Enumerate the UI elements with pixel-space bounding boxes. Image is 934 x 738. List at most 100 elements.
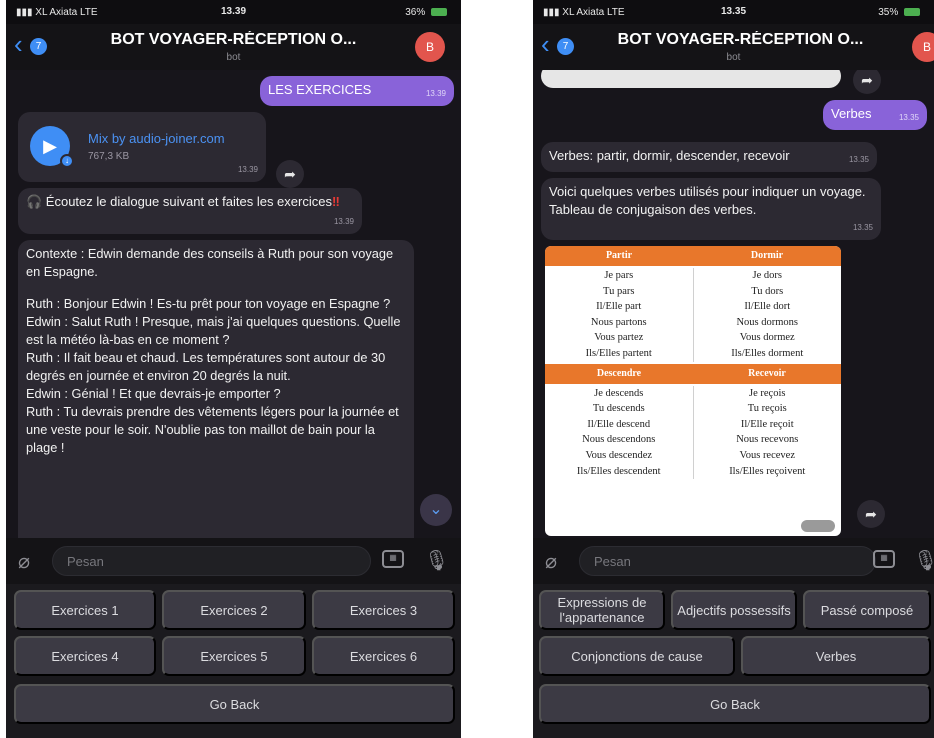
table-cell: Tu pars xyxy=(603,285,635,297)
chat-subtitle: bot xyxy=(226,52,241,63)
forward-icon[interactable]: ➦ xyxy=(276,160,304,188)
table-cell: Nous partons xyxy=(590,316,647,328)
forward-icon[interactable]: ➦ xyxy=(853,70,881,94)
phone-screen-right: ▮▮▮ XL Axiata LTE 13.35 35% ‹ 7 BOT VOYA… xyxy=(533,0,934,738)
mic-icon[interactable]: 🎙 xyxy=(424,548,449,573)
attach-icon[interactable]: ⌀ xyxy=(18,549,30,574)
chat-subtitle: bot xyxy=(726,52,741,63)
message-text: Verbes: partir, dormir, descender, recev… xyxy=(549,148,790,163)
passe-compose-button[interactable]: Passé composé xyxy=(803,590,931,630)
mic-icon[interactable]: 🎙 xyxy=(913,548,934,573)
back-chevron-icon: ‹ xyxy=(14,29,23,59)
clock: 13.35 xyxy=(720,6,747,17)
message-time: 13.35 xyxy=(848,155,869,164)
table-cell: Tu reçois xyxy=(747,403,787,415)
table-cell: Vous descendez xyxy=(585,449,653,461)
table-cell: Il/Elle part xyxy=(596,301,642,313)
message-list[interactable]: LES EXERCICES 13.39 ▶ ↓ Mix by audio-joi… xyxy=(6,70,461,538)
table-cell: Ils/Elles reçoivent xyxy=(729,465,806,477)
exercices-6-button[interactable]: Exercices 6 xyxy=(312,636,455,676)
message-list[interactable]: ➦ Verbes 13.35 Verbes: partir, dormir, d… xyxy=(533,70,934,538)
unread-count-badge: 7 xyxy=(557,38,574,55)
go-back-button[interactable]: Go Back xyxy=(539,684,931,724)
outgoing-message[interactable]: LES EXERCICES 13.39 xyxy=(260,76,454,106)
table-body: Je descends Tu descends Il/Elle descend … xyxy=(545,384,841,482)
outgoing-message[interactable]: Verbes 13.35 xyxy=(823,100,927,130)
unread-count-badge: 7 xyxy=(30,38,47,55)
adjectifs-possessifs-button[interactable]: Adjectifs possessifs xyxy=(671,590,797,630)
incoming-message[interactable]: 🎧 Écoutez le dialogue suivant et faites … xyxy=(18,188,362,234)
download-icon[interactable]: ↓ xyxy=(60,154,74,168)
exercices-1-button[interactable]: Exercices 1 xyxy=(14,590,156,630)
chat-title[interactable]: BOT VOYAGER-RÉCEPTION O... xyxy=(66,31,401,49)
forward-icon[interactable]: ➦ xyxy=(857,500,885,528)
table-cell: Vous partez xyxy=(594,332,644,344)
chat-title[interactable]: BOT VOYAGER-RÉCEPTION O... xyxy=(587,31,894,49)
composer-bar: ⌀ ▦ 🎙 xyxy=(533,538,934,584)
incoming-message[interactable]: Verbes: partir, dormir, descender, recev… xyxy=(541,142,877,172)
go-back-button[interactable]: Go Back xyxy=(14,684,455,724)
back-button[interactable]: ‹ 7 xyxy=(539,29,581,59)
chat-header: ‹ 7 BOT VOYAGER-RÉCEPTION O... bot B xyxy=(533,24,934,70)
audio-file-size: 767,3 KB xyxy=(88,151,130,162)
exercices-5-button[interactable]: Exercices 5 xyxy=(162,636,306,676)
table-cell: Ils/Elles partent xyxy=(585,347,652,359)
conjonctions-de-cause-button[interactable]: Conjonctions de cause xyxy=(539,636,735,676)
back-button[interactable]: ‹ 7 xyxy=(12,29,54,59)
table-cell: Tu descends xyxy=(592,403,645,415)
table-column: Je pars Tu pars Il/Elle part Nous parton… xyxy=(545,268,693,362)
battery-percent: 35% xyxy=(878,7,899,18)
table-cell: Ils/Elles dorment xyxy=(731,347,804,359)
exercices-4-button[interactable]: Exercices 4 xyxy=(14,636,156,676)
double-exclamation-icon: ‼ xyxy=(331,194,340,209)
table-header: Partir xyxy=(605,250,633,261)
message-text: Voici quelques verbes utilisés pour indi… xyxy=(549,184,866,199)
exercices-3-button[interactable]: Exercices 3 xyxy=(312,590,455,630)
conjugation-table-image[interactable]: Partir Dormir Je pars Tu pars Il/Elle pa… xyxy=(545,246,841,536)
incoming-message[interactable]: Voici quelques verbes utilisés pour indi… xyxy=(541,178,881,240)
table-cell: Tu dors xyxy=(751,285,784,297)
message-time: 13.35 xyxy=(898,113,919,122)
message-time: 13.35 xyxy=(852,223,873,232)
attach-icon[interactable]: ⌀ xyxy=(545,549,557,574)
battery-percent: 36% xyxy=(405,7,426,18)
chat-header: ‹ 7 BOT VOYAGER-RÉCEPTION O... bot B xyxy=(6,24,461,70)
scroll-down-icon[interactable]: ⌄ xyxy=(420,494,452,526)
message-text: Tableau de conjugaison des verbes. xyxy=(549,202,757,217)
message-time: 13.39 xyxy=(333,217,354,226)
table-cell: Nous dormons xyxy=(736,316,799,328)
expressions-appartenance-button[interactable]: Expressions de l'appartenance xyxy=(539,590,665,630)
keyboard-icon[interactable]: ▦ xyxy=(873,550,895,568)
message-time: 13.39 xyxy=(237,165,258,174)
table-cell: Il/Elle dort xyxy=(744,301,791,313)
audio-file-name[interactable]: Mix by audio-joiner.com xyxy=(88,130,225,148)
exercices-2-button[interactable]: Exercices 2 xyxy=(162,590,306,630)
table-cell: Il/Elle descend xyxy=(587,418,651,430)
table-header: Descendre xyxy=(596,367,642,379)
back-chevron-icon: ‹ xyxy=(541,29,550,59)
avatar[interactable]: B xyxy=(912,32,934,62)
table-cell: Vous recevez xyxy=(739,449,796,461)
verbes-button[interactable]: Verbes xyxy=(741,636,931,676)
avatar[interactable]: B xyxy=(415,32,445,62)
table-cell: Je descends xyxy=(594,387,644,399)
table-header: Dormir xyxy=(750,250,784,261)
dialogue-line: Edwin : Salut Ruth ! Presque, mais j'ai … xyxy=(26,314,401,347)
dialogue-line: Ruth : Il fait beau et chaud. Les tempér… xyxy=(26,350,386,383)
message-text: Verbes xyxy=(831,106,872,121)
table-image-preview[interactable] xyxy=(541,70,841,88)
battery-icon xyxy=(431,8,447,17)
message-input[interactable] xyxy=(52,546,371,576)
keyboard-icon[interactable]: ▦ xyxy=(382,550,404,568)
message-time: 13.39 xyxy=(425,89,446,98)
table-cell: Nous descendons xyxy=(582,434,656,446)
table-column: Je dors Tu dors Il/Elle dort Nous dormon… xyxy=(692,268,842,362)
status-bar: ▮▮▮ XL Axiata LTE 13.35 35% xyxy=(533,0,934,24)
battery-info: 35% xyxy=(878,7,920,18)
message-text: 🎧 Écoutez le dialogue suivant et faites … xyxy=(26,194,332,209)
dialogue-message[interactable]: Contexte : Edwin demande des conseils à … xyxy=(18,240,414,538)
status-bar: ▮▮▮ XL Axiata LTE 13.39 36% xyxy=(6,0,461,24)
clock: 13.39 xyxy=(220,6,247,17)
audio-message[interactable]: ▶ ↓ Mix by audio-joiner.com 767,3 KB 13.… xyxy=(18,112,266,182)
message-input[interactable] xyxy=(579,546,876,576)
